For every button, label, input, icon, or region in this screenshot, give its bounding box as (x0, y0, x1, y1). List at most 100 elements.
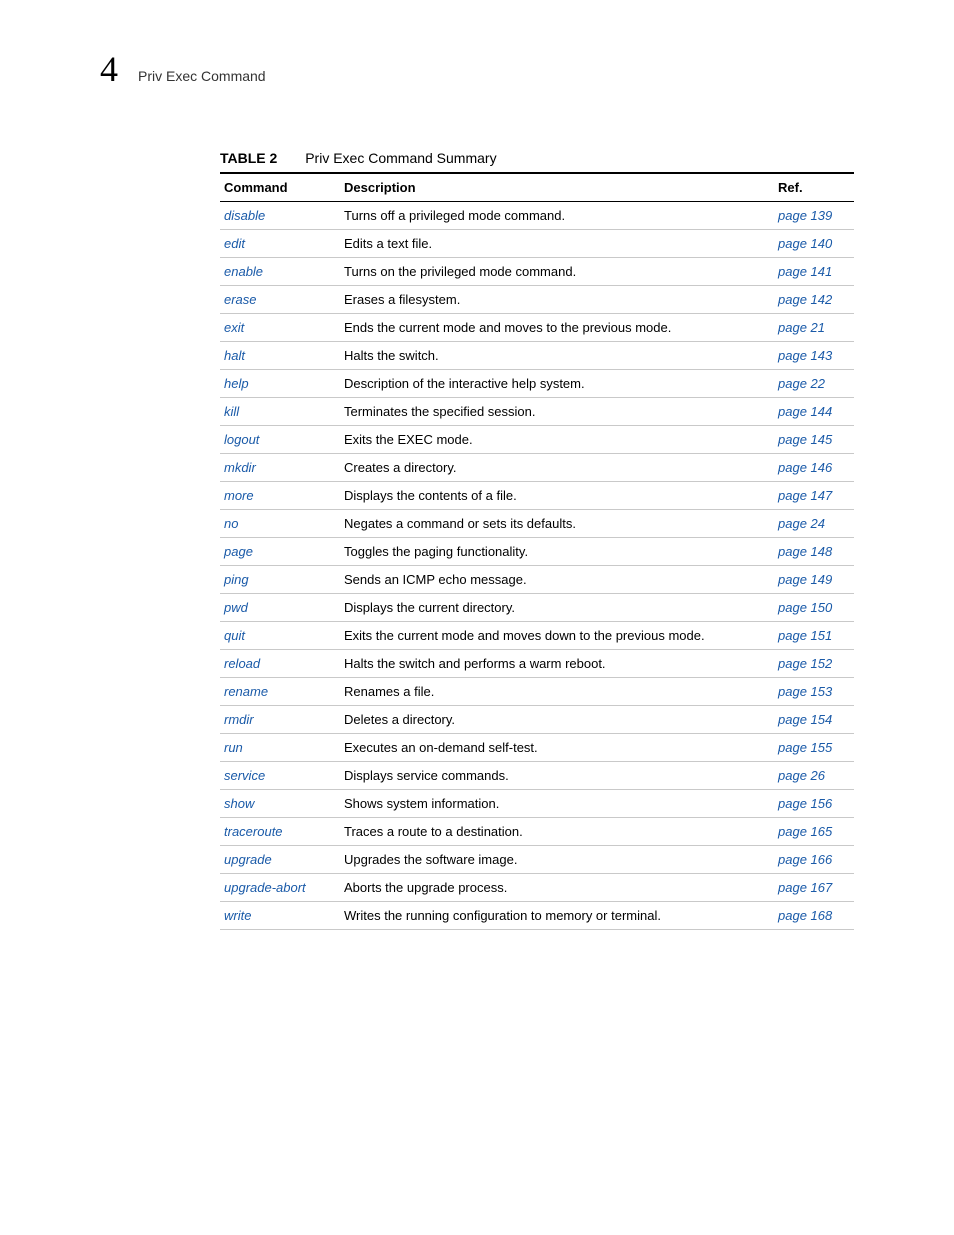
command-cell: halt (220, 342, 340, 370)
command-link[interactable]: mkdir (224, 460, 256, 475)
command-cell: mkdir (220, 454, 340, 482)
ref-cell: page 167 (774, 874, 854, 902)
chapter-title: Priv Exec Command (138, 68, 266, 84)
chapter-number: 4 (100, 48, 118, 90)
command-cell: quit (220, 622, 340, 650)
command-link[interactable]: exit (224, 320, 244, 335)
ref-cell: page 153 (774, 678, 854, 706)
command-link[interactable]: write (224, 908, 251, 923)
page-ref-link[interactable]: page 151 (778, 628, 832, 643)
ref-cell: page 152 (774, 650, 854, 678)
command-link[interactable]: rmdir (224, 712, 254, 727)
command-link[interactable]: logout (224, 432, 259, 447)
ref-cell: page 24 (774, 510, 854, 538)
table-row: showShows system information.page 156 (220, 790, 854, 818)
ref-cell: page 166 (774, 846, 854, 874)
command-link[interactable]: run (224, 740, 243, 755)
command-link[interactable]: rename (224, 684, 268, 699)
table-row: moreDisplays the contents of a file.page… (220, 482, 854, 510)
table-row: pwdDisplays the current directory.page 1… (220, 594, 854, 622)
ref-cell: page 140 (774, 230, 854, 258)
table-row: mkdirCreates a directory.page 146 (220, 454, 854, 482)
page-container: 4 Priv Exec Command TABLE 2 Priv Exec Co… (0, 0, 954, 990)
table-row: eraseErases a filesystem.page 142 (220, 286, 854, 314)
command-link[interactable]: page (224, 544, 253, 559)
page-ref-link[interactable]: page 165 (778, 824, 832, 839)
table-caption: TABLE 2 Priv Exec Command Summary (220, 150, 854, 166)
command-link[interactable]: upgrade-abort (224, 880, 306, 895)
page-ref-link[interactable]: page 155 (778, 740, 832, 755)
page-ref-link[interactable]: page 140 (778, 236, 832, 251)
page-ref-link[interactable]: page 143 (778, 348, 832, 363)
page-ref-link[interactable]: page 152 (778, 656, 832, 671)
ref-cell: page 168 (774, 902, 854, 930)
command-cell: rmdir (220, 706, 340, 734)
description-cell: Halts the switch. (340, 342, 774, 370)
command-link[interactable]: quit (224, 628, 245, 643)
command-link[interactable]: service (224, 768, 265, 783)
page-ref-link[interactable]: page 146 (778, 460, 832, 475)
description-cell: Edits a text file. (340, 230, 774, 258)
page-ref-link[interactable]: page 26 (778, 768, 825, 783)
page-ref-link[interactable]: page 21 (778, 320, 825, 335)
page-ref-link[interactable]: page 150 (778, 600, 832, 615)
ref-cell: page 144 (774, 398, 854, 426)
command-cell: upgrade-abort (220, 874, 340, 902)
command-link[interactable]: show (224, 796, 254, 811)
page-ref-link[interactable]: page 149 (778, 572, 832, 587)
description-cell: Traces a route to a destination. (340, 818, 774, 846)
command-cell: disable (220, 202, 340, 230)
ref-cell: page 145 (774, 426, 854, 454)
description-cell: Aborts the upgrade process. (340, 874, 774, 902)
description-cell: Displays service commands. (340, 762, 774, 790)
command-link[interactable]: halt (224, 348, 245, 363)
page-ref-link[interactable]: page 145 (778, 432, 832, 447)
description-cell: Sends an ICMP echo message. (340, 566, 774, 594)
table-row: quitExits the current mode and moves dow… (220, 622, 854, 650)
command-cell: kill (220, 398, 340, 426)
page-ref-link[interactable]: page 154 (778, 712, 832, 727)
page-ref-link[interactable]: page 22 (778, 376, 825, 391)
command-link[interactable]: ping (224, 572, 249, 587)
page-ref-link[interactable]: page 144 (778, 404, 832, 419)
table-row: renameRenames a file.page 153 (220, 678, 854, 706)
page-ref-link[interactable]: page 167 (778, 880, 832, 895)
description-cell: Executes an on-demand self-test. (340, 734, 774, 762)
command-link[interactable]: erase (224, 292, 257, 307)
page-ref-link[interactable]: page 168 (778, 908, 832, 923)
command-link[interactable]: edit (224, 236, 245, 251)
command-link[interactable]: enable (224, 264, 263, 279)
page-ref-link[interactable]: page 142 (778, 292, 832, 307)
command-link[interactable]: pwd (224, 600, 248, 615)
command-link[interactable]: more (224, 488, 254, 503)
table-row: rmdirDeletes a directory.page 154 (220, 706, 854, 734)
command-link[interactable]: disable (224, 208, 265, 223)
page-ref-link[interactable]: page 153 (778, 684, 832, 699)
command-cell: show (220, 790, 340, 818)
ref-cell: page 156 (774, 790, 854, 818)
command-link[interactable]: no (224, 516, 238, 531)
ref-cell: page 150 (774, 594, 854, 622)
page-ref-link[interactable]: page 24 (778, 516, 825, 531)
command-link[interactable]: kill (224, 404, 239, 419)
page-ref-link[interactable]: page 147 (778, 488, 832, 503)
ref-cell: page 143 (774, 342, 854, 370)
page-ref-link[interactable]: page 148 (778, 544, 832, 559)
ref-cell: page 142 (774, 286, 854, 314)
page-ref-link[interactable]: page 139 (778, 208, 832, 223)
table-row: pageToggles the paging functionality.pag… (220, 538, 854, 566)
page-ref-link[interactable]: page 166 (778, 852, 832, 867)
page-ref-link[interactable]: page 141 (778, 264, 832, 279)
command-link[interactable]: traceroute (224, 824, 283, 839)
command-summary-table: Command Description Ref. disableTurns of… (220, 172, 854, 930)
page-ref-link[interactable]: page 156 (778, 796, 832, 811)
command-cell: service (220, 762, 340, 790)
description-cell: Exits the EXEC mode. (340, 426, 774, 454)
ref-cell: page 26 (774, 762, 854, 790)
command-link[interactable]: reload (224, 656, 260, 671)
command-link[interactable]: upgrade (224, 852, 272, 867)
col-header-command: Command (220, 173, 340, 202)
table-row: logout Exits the EXEC mode. page 145 (220, 426, 854, 454)
command-link[interactable]: help (224, 376, 249, 391)
table-label: TABLE 2 (220, 150, 277, 166)
